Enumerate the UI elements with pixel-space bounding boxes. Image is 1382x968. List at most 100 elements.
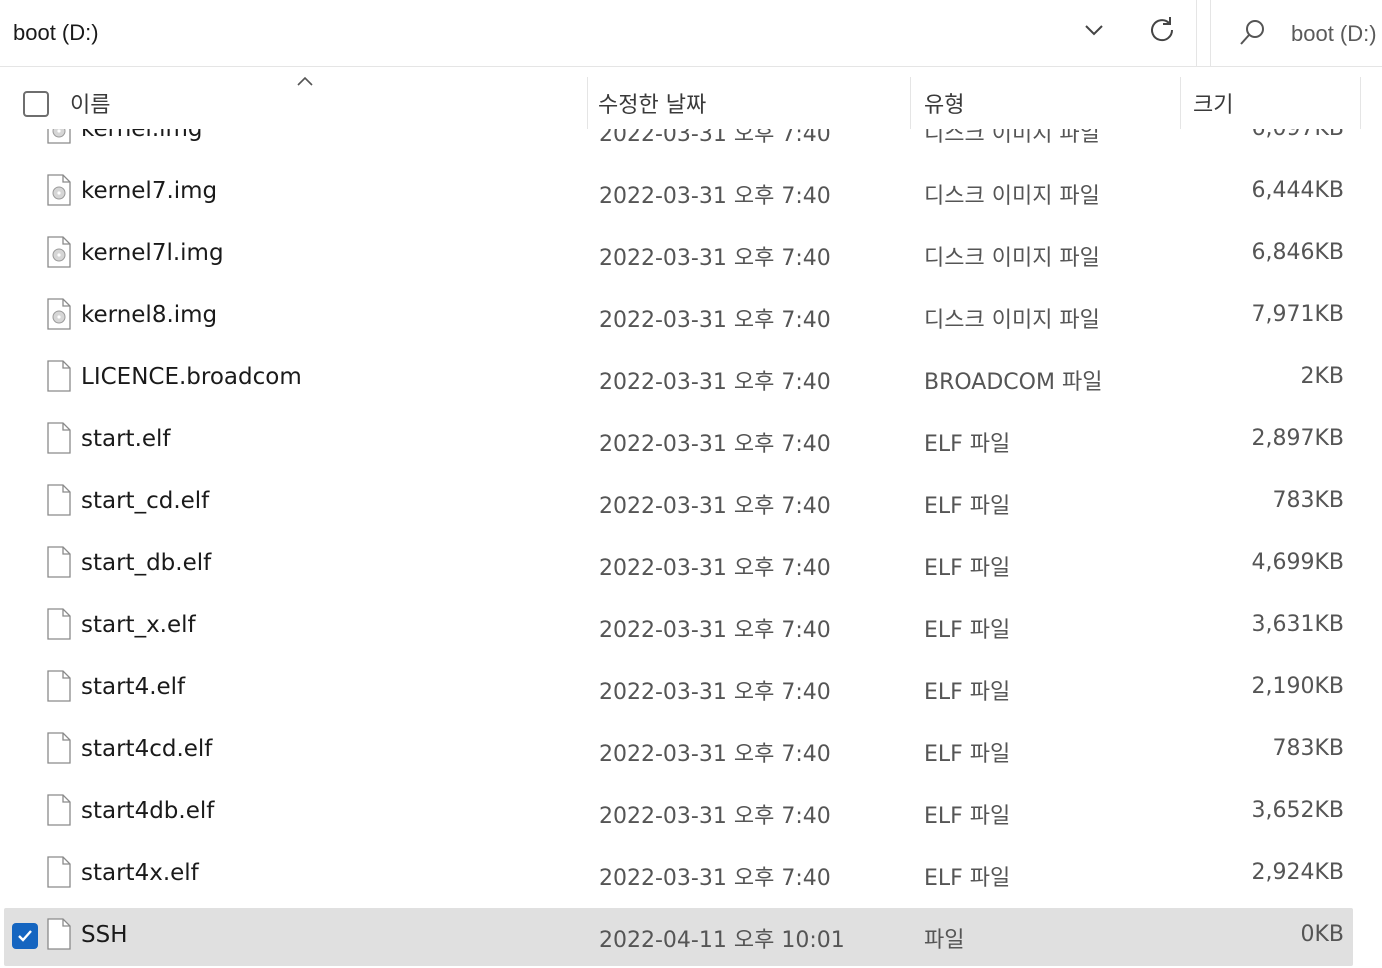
- file-row[interactable]: start4db.elf 2022-03-31 오후 7:40 ELF 파일 3,65…: [4, 784, 1353, 842]
- file-type: ELF 파일: [924, 866, 1011, 891]
- refresh-icon[interactable]: [1147, 14, 1177, 44]
- file-modified-date: 2022-03-31 오후 7:40: [599, 742, 831, 767]
- file-type: ELF 파일: [924, 618, 1011, 643]
- address-path[interactable]: boot (D:): [13, 20, 99, 46]
- column-divider[interactable]: [587, 77, 588, 129]
- blank-file-icon: [47, 918, 71, 950]
- file-name: start_db.elf: [81, 550, 212, 576]
- chevron-down-icon[interactable]: [1080, 16, 1108, 44]
- disk-image-file-icon: [47, 298, 71, 330]
- file-type: 디스크 이미지 파일: [924, 246, 1100, 271]
- file-size: 2KB: [1300, 364, 1344, 389]
- file-name: start4x.elf: [81, 860, 199, 886]
- file-row[interactable]: LICENCE.broadcom 2022-03-31 오후 7:40 BROADC…: [4, 350, 1353, 408]
- file-name: kernel7.img: [81, 178, 218, 204]
- column-divider[interactable]: [910, 77, 911, 129]
- checkmark-icon: [18, 930, 32, 942]
- file-modified-date: 2022-03-31 오후 7:40: [599, 308, 831, 333]
- file-size: 6,444KB: [1251, 178, 1344, 203]
- file-type: ELF 파일: [924, 556, 1011, 581]
- file-modified-date: 2022-03-31 오후 7:40: [599, 184, 831, 209]
- file-name: start.elf: [81, 426, 171, 452]
- file-size: 3,631KB: [1251, 612, 1344, 637]
- file-type: BROADCOM 파일: [924, 370, 1103, 395]
- column-size-header[interactable]: 크기: [1193, 87, 1233, 119]
- column-name-header[interactable]: 이름: [70, 87, 110, 119]
- file-modified-date: 2022-03-31 오후 7:40: [599, 680, 831, 705]
- top-bar: boot (D:) boot (D:): [0, 0, 1382, 67]
- blank-file-icon: [47, 422, 71, 454]
- file-modified-date: 2022-03-31 오후 7:40: [599, 804, 831, 829]
- file-modified-date: 2022-04-11 오후 10:01: [599, 928, 845, 953]
- file-row[interactable]: start4x.elf 2022-03-31 오후 7:40 ELF 파일 2,924…: [4, 846, 1353, 904]
- file-row[interactable]: kernel7.img 2022-03-31 오후 7:40 디스크 이미지 파일 6…: [4, 164, 1353, 222]
- file-name: start4db.elf: [81, 798, 215, 824]
- sort-ascending-icon: [297, 76, 313, 86]
- file-name: start_cd.elf: [81, 488, 210, 514]
- file-type: ELF 파일: [924, 742, 1011, 767]
- select-all-checkbox[interactable]: [23, 91, 49, 117]
- file-name: start4.elf: [81, 674, 186, 700]
- file-type: ELF 파일: [924, 432, 1011, 457]
- file-row[interactable]: start4.elf 2022-03-31 오후 7:40 ELF 파일 2,190K…: [4, 660, 1353, 718]
- disk-image-file-icon: [47, 236, 71, 268]
- file-modified-date: 2022-03-31 오후 7:40: [599, 866, 831, 891]
- file-row[interactable]: start4cd.elf 2022-03-31 오후 7:40 ELF 파일 783K…: [4, 722, 1353, 780]
- column-type-header[interactable]: 유형: [924, 87, 964, 119]
- file-name: LICENCE.broadcom: [81, 364, 302, 390]
- disk-image-file-icon: [47, 174, 71, 206]
- file-type: 디스크 이미지 파일: [924, 184, 1100, 209]
- file-type: 디스크 이미지 파일: [924, 308, 1100, 333]
- file-row[interactable]: kernel7l.img 2022-03-31 오후 7:40 디스크 이미지 파일…: [4, 226, 1353, 284]
- file-type: ELF 파일: [924, 494, 1011, 519]
- file-row[interactable]: SSH 2022-04-11 오후 10:01 파일 0KB: [4, 908, 1353, 966]
- file-name: kernel7l.img: [81, 240, 224, 266]
- file-type: 파일: [924, 928, 965, 953]
- file-size: 6,846KB: [1251, 240, 1344, 265]
- file-name: start4cd.elf: [81, 736, 213, 762]
- file-modified-date: 2022-03-31 오후 7:40: [599, 618, 831, 643]
- file-size: 783KB: [1272, 736, 1344, 761]
- file-modified-date: 2022-03-31 오후 7:40: [599, 494, 831, 519]
- file-size: 2,190KB: [1251, 674, 1344, 699]
- blank-file-icon: [47, 608, 71, 640]
- file-size: 7,971KB: [1251, 302, 1344, 327]
- file-size: 2,897KB: [1251, 426, 1344, 451]
- file-size: 2,924KB: [1251, 860, 1344, 885]
- file-row[interactable]: start.elf 2022-03-31 오후 7:40 ELF 파일 2,897KB: [4, 412, 1353, 470]
- blank-file-icon: [47, 484, 71, 516]
- column-divider[interactable]: [1360, 77, 1361, 129]
- column-modified-header[interactable]: 수정한 날짜: [598, 87, 706, 119]
- file-modified-date: 2022-03-31 오후 7:40: [599, 246, 831, 271]
- search-icon: [1240, 20, 1264, 45]
- file-name: SSH: [81, 922, 128, 948]
- blank-file-icon: [47, 856, 71, 888]
- search-input[interactable]: boot (D:): [1291, 21, 1377, 47]
- file-type: ELF 파일: [924, 680, 1011, 705]
- file-size: 3,652KB: [1251, 798, 1344, 823]
- blank-file-icon: [47, 360, 71, 392]
- file-size: 4,699KB: [1251, 550, 1344, 575]
- file-name: start_x.elf: [81, 612, 196, 638]
- file-size: 0KB: [1300, 922, 1344, 947]
- blank-file-icon: [47, 794, 71, 826]
- file-row[interactable]: start_cd.elf 2022-03-31 오후 7:40 ELF 파일 783K…: [4, 474, 1353, 532]
- file-type: ELF 파일: [924, 804, 1011, 829]
- blank-file-icon: [47, 732, 71, 764]
- file-row[interactable]: kernel8.img 2022-03-31 오후 7:40 디스크 이미지 파일 7…: [4, 288, 1353, 346]
- search-box[interactable]: boot (D:): [1210, 0, 1382, 66]
- file-row[interactable]: start_db.elf 2022-03-31 오후 7:40 ELF 파일 4,69…: [4, 536, 1353, 594]
- file-modified-date: 2022-03-31 오후 7:40: [599, 556, 831, 581]
- file-name: kernel8.img: [81, 302, 218, 328]
- blank-file-icon: [47, 546, 71, 578]
- address-bar[interactable]: boot (D:): [0, 0, 1197, 66]
- column-header: 이름 수정한 날짜 유형 크기: [0, 67, 1382, 129]
- file-modified-date: 2022-03-31 오후 7:40: [599, 432, 831, 457]
- file-size: 783KB: [1272, 488, 1344, 513]
- row-checkbox-checked[interactable]: [12, 923, 38, 949]
- column-divider[interactable]: [1180, 77, 1181, 129]
- file-row[interactable]: start_x.elf 2022-03-31 오후 7:40 ELF 파일 3,631…: [4, 598, 1353, 656]
- blank-file-icon: [47, 670, 71, 702]
- file-list: kernel.img2022-03-31 오후 7:40디스크 이미지 파일6,…: [0, 100, 1382, 968]
- file-modified-date: 2022-03-31 오후 7:40: [599, 370, 831, 395]
